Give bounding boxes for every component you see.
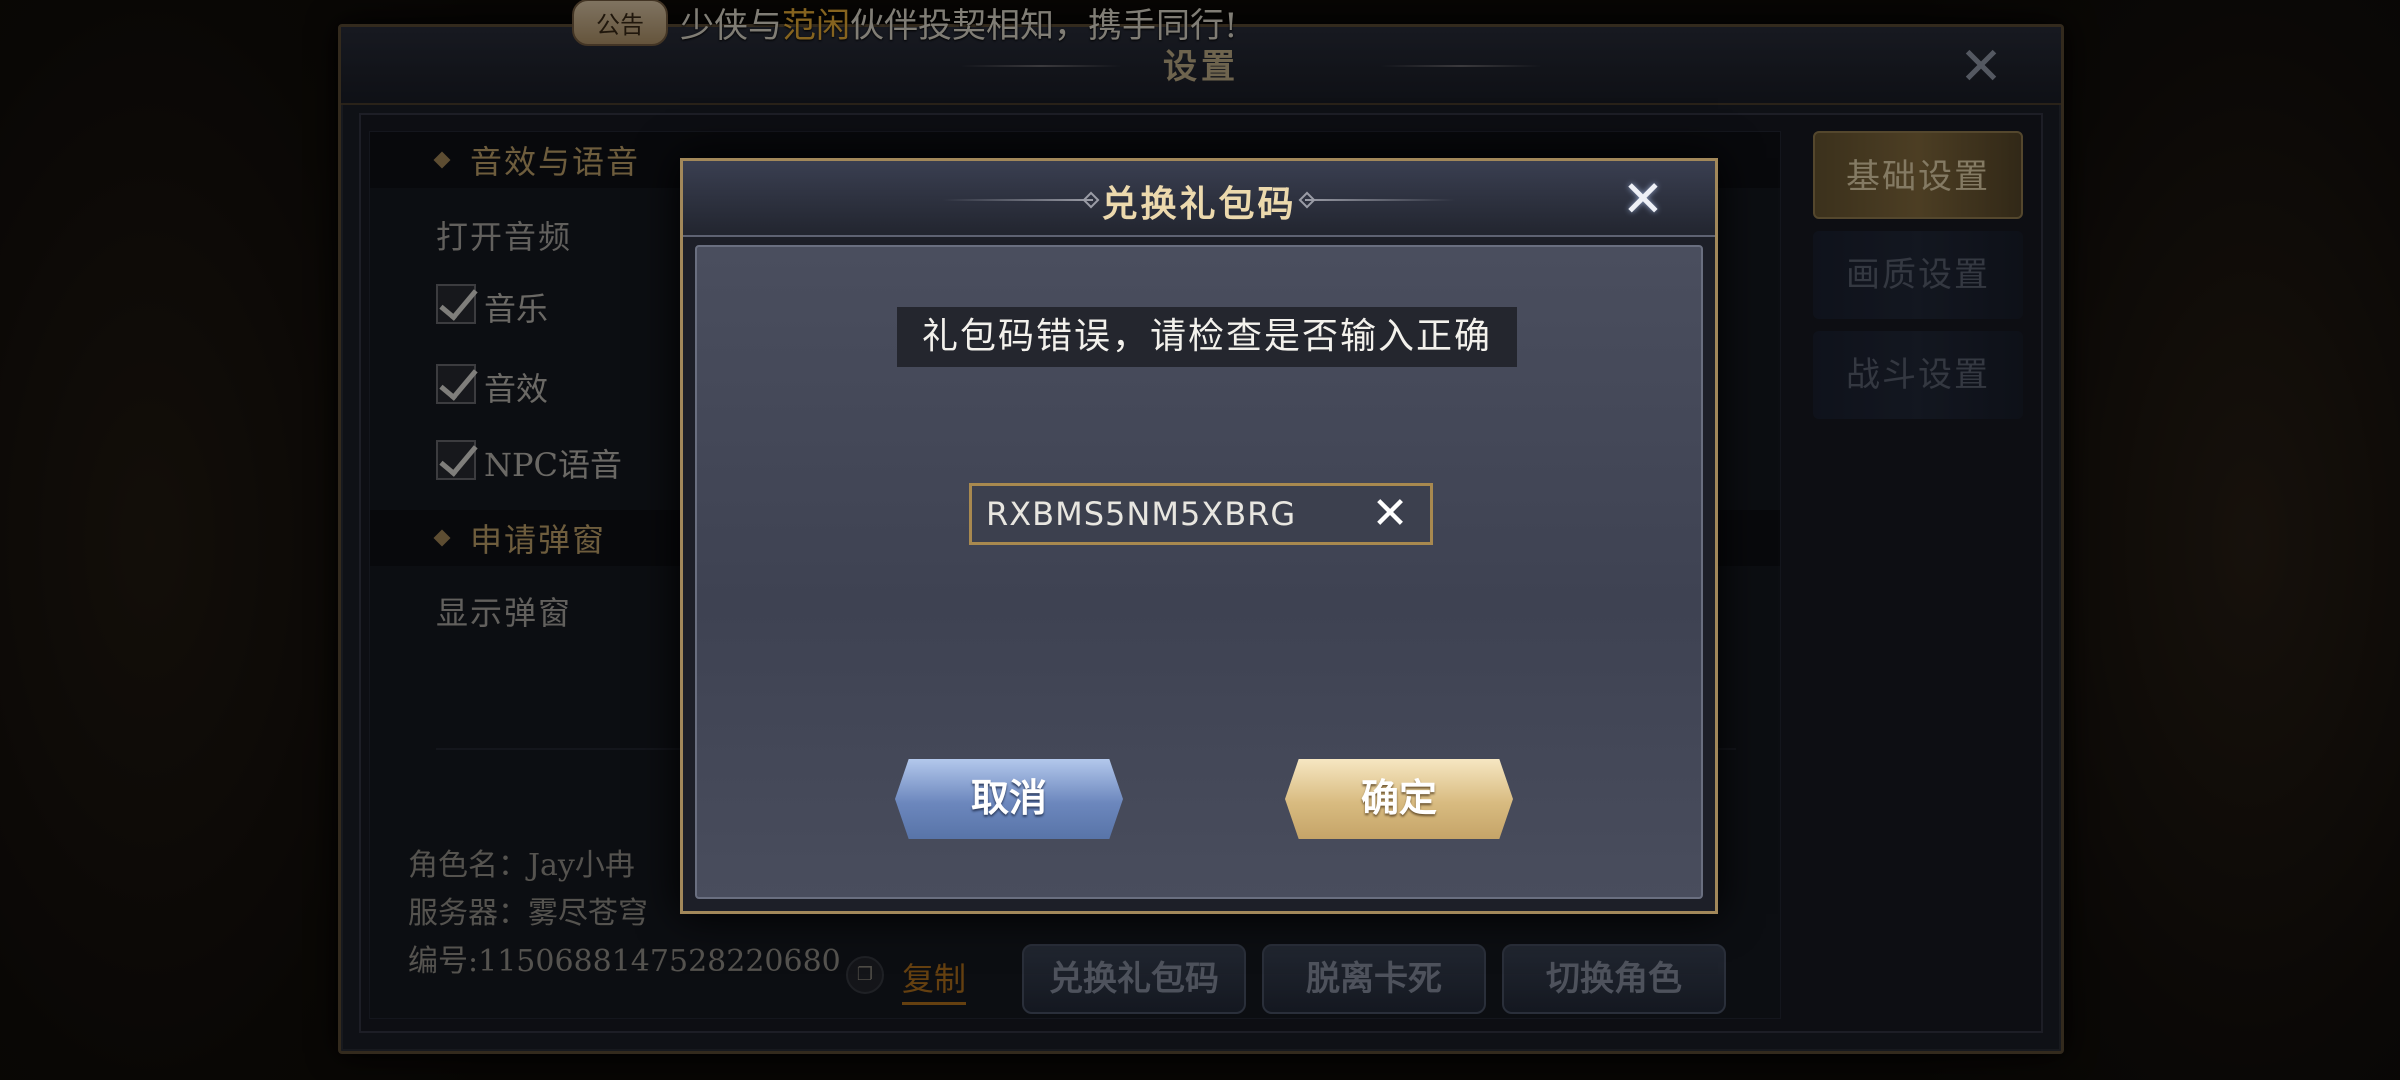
dialog-body: 礼包码错误，请检查是否输入正确 RXBMS5NM5XBRG ✕ 取消 确定 [695, 245, 1703, 899]
title-ornament-right [1305, 199, 1455, 201]
dialog-title: 兑换礼包码 [1101, 183, 1297, 225]
redeem-code-dialog: 兑换礼包码 ✕ 礼包码错误，请检查是否输入正确 RXBMS5NM5XBRG ✕ … [680, 158, 1718, 914]
close-icon[interactable]: ✕ [1613, 169, 1673, 229]
game-screen: 公告 少侠与范闲伙伴投契相知，携手同行! 设置 ✕ 音效与语音 打开音频 音乐 … [0, 0, 2400, 1080]
gift-code-input[interactable]: RXBMS5NM5XBRG ✕ [969, 483, 1433, 545]
cancel-button[interactable]: 取消 [895, 759, 1123, 839]
clear-icon[interactable]: ✕ [1366, 490, 1414, 538]
dialog-header: 兑换礼包码 ✕ [683, 161, 1715, 237]
error-message: 礼包码错误，请检查是否输入正确 [897, 307, 1517, 367]
confirm-button[interactable]: 确定 [1285, 759, 1513, 839]
gift-code-value[interactable]: RXBMS5NM5XBRG [986, 486, 1296, 542]
